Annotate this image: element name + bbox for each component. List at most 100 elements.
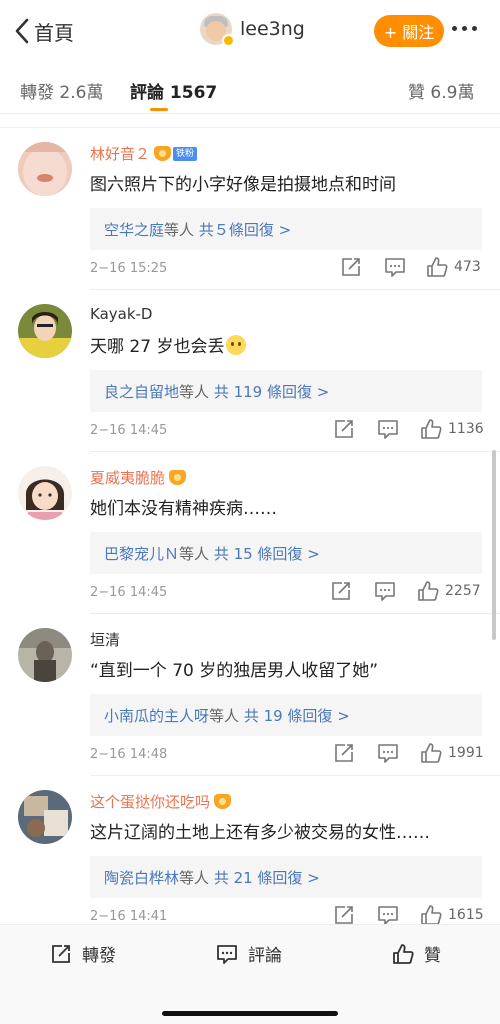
home-indicator[interactable] [162,1011,338,1016]
reply-count-link[interactable]: 共 15 條回復 > [214,545,320,563]
reply-mid: 等人 [179,383,210,401]
comment-item: Kayak-D 天哪 27 岁也会丢 良之自留地等人 共 119 條回復 > 2… [0,290,500,452]
commenter-name[interactable]: 这个蛋挞你还吃吗 [90,791,232,812]
tab-comments[interactable]: 評論 1567 [130,78,217,103]
like-count: 473 [454,259,481,275]
back-button[interactable]: 首頁 [14,14,74,48]
like-count: 1615 [448,907,484,923]
reply-mid: 等人 [164,221,195,239]
timestamp: 2−16 14:41 [90,909,168,924]
repost-icon[interactable] [333,742,355,764]
timestamp: 2−16 14:48 [90,747,168,762]
thumbs-up-icon [421,419,442,439]
thumbs-up-icon [393,943,414,964]
commenter-name[interactable]: Kayak-D [90,305,152,323]
comment-icon[interactable] [377,742,399,764]
thumbs-up-icon [421,743,442,763]
repost-icon [52,944,70,963]
chevron-left-icon [15,18,29,44]
avatar[interactable] [18,304,72,358]
like-count: 2257 [445,583,481,599]
username[interactable]: lee3ng [240,18,305,40]
reply-user[interactable]: 小南瓜的主人呀 [104,707,209,725]
active-tab-indicator [150,108,168,111]
repost-icon[interactable] [333,904,355,926]
comment-icon[interactable] [377,904,399,926]
fan-badge: 铁粉 [173,146,198,161]
repost-icon[interactable] [340,256,362,278]
replies-box[interactable]: 良之自留地等人 共 119 條回復 > [90,370,482,412]
avatar[interactable] [200,13,235,47]
comment-item: 夏威夷脆脆 她们本没有精神疾病…… 巴黎宠儿Ｎ等人 共 15 條回復 > 2−1… [0,452,500,614]
more-options-icon[interactable] [452,26,477,31]
commenter-name[interactable]: 林好音２ 铁粉 [90,143,198,164]
repost-label: 轉發 [82,946,116,966]
like-button[interactable]: 1136 [420,418,484,440]
comment-icon[interactable] [384,256,406,278]
replies-box[interactable]: 巴黎宠儿Ｎ等人 共 15 條回復 > [90,532,482,574]
avatar[interactable] [18,628,72,682]
timestamp: 2−16 14:45 [90,423,168,438]
thumbs-up-icon [421,905,442,925]
comment-text: “直到一个 70 岁的独居男人收留了她” [90,661,379,681]
comment-icon [217,944,237,964]
profile-header[interactable]: lee3ng [200,13,305,47]
crown-icon [154,146,172,161]
reply-user[interactable]: 空华之庭 [104,221,164,239]
reply-mid: 等人 [209,707,240,725]
like-button[interactable]: 473 [426,256,481,278]
reply-user[interactable]: 巴黎宠儿Ｎ [104,545,179,563]
comment-text: 天哪 27 岁也会丢 [90,332,247,357]
comment-text: 图六照片下的小字好像是拍摄地点和时间 [90,175,396,195]
avatar[interactable] [18,466,72,520]
scrollbar[interactable] [492,450,496,640]
comment-label: 評論 [248,946,282,966]
avatar[interactable] [18,790,72,844]
avatar[interactable] [18,142,72,196]
like-button[interactable]: 贊 [392,941,441,966]
tab-likes[interactable]: 贊 6.9萬 [408,78,474,103]
bottom-action-bar: 轉發 評論 贊 [0,924,500,1024]
like-count: 1991 [448,745,484,761]
like-button[interactable]: 1991 [420,742,484,764]
follow-button[interactable]: + 關注 [374,15,444,47]
replies-box[interactable]: 陶瓷白桦林等人 共 21 條回復 > [90,856,482,898]
thumbs-up-icon [418,581,439,601]
like-count: 1136 [448,421,484,437]
reply-count-link[interactable]: 共 119 條回復 > [214,383,330,401]
commenter-name[interactable]: 夏威夷脆脆 [90,467,187,488]
like-label: 贊 [424,946,441,966]
crown-icon [169,470,187,485]
emoji-icon [226,335,247,355]
reply-count-link[interactable]: 共 19 條回復 > [244,707,350,725]
comment-text: 她们本没有精神疾病…… [90,499,277,519]
verified-badge-icon [222,34,235,47]
comment-icon[interactable] [377,418,399,440]
reply-user[interactable]: 良之自留地 [104,383,179,401]
like-button[interactable]: 2257 [417,580,481,602]
crown-icon [214,794,232,809]
comment-text: 这片辽阔的土地上还有多少被交易的女性…… [90,823,430,843]
timestamp: 2−16 15:25 [90,261,168,276]
comment-item: 垣清 “直到一个 70 岁的独居男人收留了她” 小南瓜的主人呀等人 共 19 條… [0,614,500,776]
replies-box[interactable]: 空华之庭等人 共５條回復 > [90,208,482,250]
back-label: 首頁 [34,20,74,45]
repost-icon[interactable] [333,418,355,440]
replies-box[interactable]: 小南瓜的主人呀等人 共 19 條回復 > [90,694,482,736]
comment-item: 这个蛋挞你还吃吗 这片辽阔的土地上还有多少被交易的女性…… 陶瓷白桦林等人 共 … [0,776,500,938]
tab-bar: 轉發 2.6萬 評論 1567 贊 6.9萬 [0,62,500,114]
repost-button[interactable]: 轉發 [50,941,116,966]
comment-icon[interactable] [374,580,396,602]
like-button[interactable]: 1615 [420,904,484,926]
reply-count-link[interactable]: 共５條回復 > [199,221,291,239]
top-nav-bar: 首頁 lee3ng + 關注 [0,0,500,62]
reply-count-link[interactable]: 共 21 條回復 > [214,869,320,887]
timestamp: 2−16 14:45 [90,585,168,600]
commenter-name[interactable]: 垣清 [90,629,120,650]
comment-button[interactable]: 評論 [216,941,282,966]
reply-user[interactable]: 陶瓷白桦林 [104,869,179,887]
thumbs-up-icon [427,257,448,277]
tab-reposts[interactable]: 轉發 2.6萬 [20,78,103,103]
reply-mid: 等人 [179,545,210,563]
repost-icon[interactable] [330,580,352,602]
